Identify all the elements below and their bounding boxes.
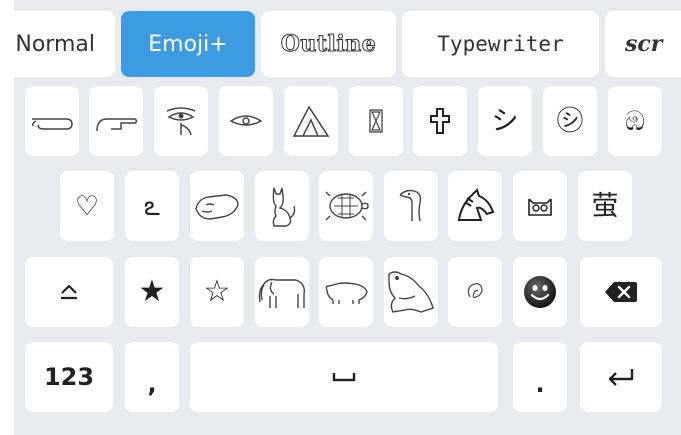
tent-icon [292, 105, 330, 137]
font-style-tabs: Normal Emoji+ Outline Typewriter scr [14, 0, 681, 86]
eye-icon [229, 115, 263, 126]
key-frog[interactable] [384, 257, 438, 327]
key-pig[interactable] [319, 257, 373, 327]
turtle-icon [325, 191, 369, 221]
period-label: . [535, 370, 545, 398]
tab-label: Normal [15, 31, 95, 57]
key-shi[interactable]: シ [478, 86, 532, 156]
space-bar[interactable] [190, 342, 498, 412]
tab-typewriter[interactable]: Typewriter [402, 11, 599, 77]
firefly-glyph: 萤 [591, 190, 619, 222]
key-swan[interactable] [384, 171, 438, 241]
heart-glyph: ♡ [74, 190, 100, 222]
katakana-shi-glyph: シ [491, 105, 519, 137]
key-eye-of-horus[interactable] [154, 86, 208, 156]
smiley-face-icon [524, 276, 556, 308]
black-star-glyph: ★ [138, 274, 166, 309]
key-curl[interactable]: ఽ [125, 171, 179, 241]
tab-outline[interactable]: Outline [261, 11, 396, 77]
cat-icon [272, 187, 296, 227]
enter-icon [608, 369, 634, 386]
key-ear[interactable] [448, 257, 502, 327]
numbers-key[interactable]: 123 [25, 342, 113, 412]
space-icon [332, 373, 356, 382]
numbers-key-label: 123 [43, 363, 95, 391]
key-pointing-hand-right[interactable] [89, 86, 143, 156]
backspace-key[interactable] [580, 257, 662, 327]
cross-icon [430, 108, 450, 134]
key-turtle[interactable] [319, 171, 373, 241]
shift-key[interactable] [25, 257, 113, 327]
key-circled-shi[interactable]: ㋛ [543, 86, 597, 156]
key-eye[interactable] [219, 86, 273, 156]
key-hourglass[interactable] [349, 86, 403, 156]
keyboard: Normal Emoji+ Outline Typewriter scr シ ㋛… [14, 0, 681, 435]
key-white-star[interactable]: ☆ [190, 257, 244, 327]
key-horse[interactable] [448, 171, 502, 241]
pointing-hand-right-icon [96, 118, 138, 132]
curl-glyph: ఽ [144, 190, 160, 222]
owl-icon [528, 198, 552, 216]
hippopotamus-icon [195, 194, 239, 220]
key-sinhala-mba[interactable]: ඹ [608, 86, 662, 156]
circled-shi-glyph: ㋛ [556, 105, 584, 137]
enter-key[interactable] [580, 342, 662, 412]
white-star-glyph: ☆ [203, 274, 231, 309]
key-cross[interactable] [413, 86, 467, 156]
backspace-icon [605, 282, 637, 302]
period-key[interactable]: . [513, 342, 567, 412]
hourglass-icon [369, 109, 383, 133]
key-elephant[interactable] [255, 257, 309, 327]
tab-normal[interactable]: Normal [14, 11, 115, 77]
key-pointing-hand-left[interactable] [25, 86, 79, 156]
tab-script[interactable]: scr [605, 11, 681, 77]
tab-label: Outline [280, 31, 377, 58]
sinhala-glyph: ඹ [624, 105, 645, 137]
swan-icon [399, 189, 422, 222]
pig-icon [325, 282, 368, 304]
shift-icon [61, 284, 77, 300]
key-hippopotamus[interactable] [190, 171, 244, 241]
frog-icon [388, 271, 434, 313]
pointing-hand-left-icon [32, 118, 73, 130]
elephant-icon [258, 278, 306, 308]
key-cat[interactable] [255, 171, 309, 241]
key-white-heart[interactable]: ♡ [60, 171, 114, 241]
key-black-star[interactable]: ★ [125, 257, 179, 327]
key-owl[interactable] [513, 171, 567, 241]
eye-of-horus-icon [166, 107, 196, 136]
tab-label: Emoji+ [148, 31, 228, 57]
tab-label: Typewriter [437, 32, 564, 56]
tab-emoji-plus[interactable]: Emoji+ [121, 11, 255, 77]
key-smiley[interactable] [513, 257, 567, 327]
key-firefly[interactable]: 萤 [578, 171, 632, 241]
comma-label: , [147, 370, 157, 398]
comma-key[interactable]: , [125, 342, 179, 412]
horse-icon [457, 188, 495, 221]
key-tent[interactable] [284, 86, 338, 156]
ear-icon [467, 283, 483, 299]
tab-label: scr [625, 31, 663, 57]
